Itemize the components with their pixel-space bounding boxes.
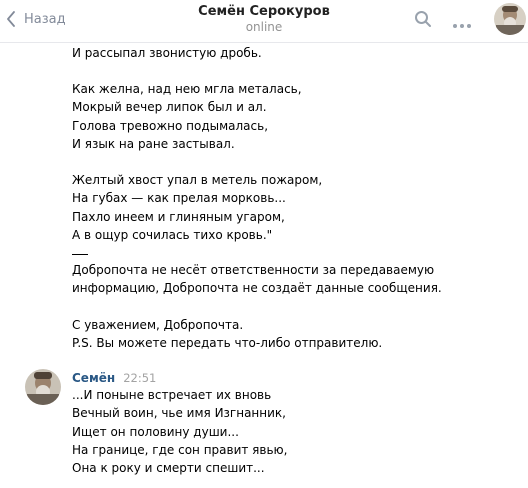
chat-header: Назад Семён Серокуров online [0,0,528,43]
signature-text: С уважением, Добропочта. P.S. Вы можете … [72,318,383,351]
separator [72,254,88,255]
avatar[interactable] [494,3,526,35]
online-status: online [245,20,283,34]
more-icon[interactable] [452,14,472,33]
sender-name[interactable]: Семён [72,371,115,385]
chat-title: Семён Серокуров [198,4,330,19]
search-icon[interactable] [414,10,432,32]
chat-title-block[interactable]: Семён Серокуров online [0,3,528,35]
message-header: Семён 22:51 [72,371,156,386]
avatar[interactable] [25,369,61,405]
poem-stanza: Желтый хвост упал в метель пожаром, На г… [72,173,323,242]
message-time[interactable]: 22:51 [123,371,156,385]
message-text: ...И поныне встречает их вновь Вечный во… [72,388,288,476]
disclaimer-text: Добропочта не несёт ответственности за п… [72,263,442,296]
poem-stanza: Как желна, над нею мгла металась, Мокрый… [72,82,302,151]
message-text-line: И рассыпал звонистую дробь. [72,46,262,60]
